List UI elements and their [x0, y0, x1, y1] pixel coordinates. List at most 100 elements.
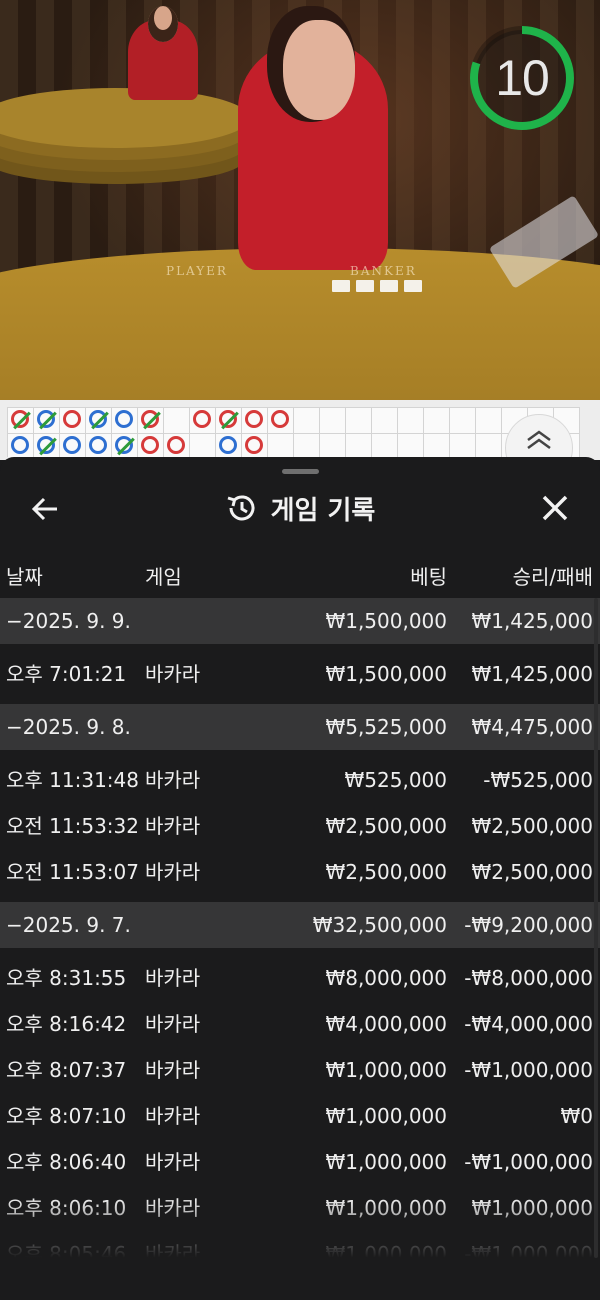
round-bet: ₩8,000,000: [325, 966, 447, 990]
history-row[interactable]: 오후 8:16:42 바카라 ₩4,000,000 -₩4,000,000: [0, 1001, 600, 1047]
history-row[interactable]: 오전 11:53:32 바카라 ₩2,500,000 ₩2,500,000: [0, 803, 600, 849]
live-video-feed: PLAYER BANKER 10: [0, 0, 600, 400]
round-time: 오후 7:01:21: [6, 662, 127, 686]
day-bet-total: ₩32,500,000: [312, 913, 447, 937]
column-header-bet: 베팅: [410, 565, 447, 589]
history-list[interactable]: −2025. 9. 9. ₩1,500,000 ₩1,425,000 오후 7:01:…: [0, 598, 600, 1268]
player-bead: [219, 436, 237, 454]
felt-player-label: PLAYER: [166, 264, 228, 278]
dealt-cards: [332, 280, 422, 292]
round-game: 바카라: [145, 1012, 201, 1036]
card: [332, 280, 350, 292]
banker-bead: [193, 410, 211, 428]
history-row[interactable]: 오후 8:31:55 바카라 ₩8,000,000 -₩8,000,000: [0, 955, 600, 1001]
round-game: 바카라: [145, 1058, 201, 1082]
card: [404, 280, 422, 292]
round-time: 오전 11:53:32: [6, 814, 139, 838]
panel-header: 게임 기록: [0, 487, 600, 529]
round-bet: ₩2,500,000: [325, 860, 447, 884]
history-row[interactable]: 오후 8:07:37 바카라 ₩1,000,000 -₩1,000,000: [0, 1047, 600, 1093]
player-bead: [115, 410, 133, 428]
day-summary-row[interactable]: −2025. 9. 8. ₩5,525,000 ₩4,475,000: [0, 704, 600, 750]
player-bead: [89, 436, 107, 454]
round-result: ₩1,425,000: [471, 662, 593, 686]
day-result-total: -₩9,200,000: [464, 913, 593, 937]
banker-bead: [245, 436, 263, 454]
round-time: 오후 8:31:55: [6, 966, 127, 990]
round-result: ₩2,500,000: [471, 814, 593, 838]
history-scrollbar[interactable]: [594, 598, 598, 1258]
round-bet: ₩1,500,000: [325, 662, 447, 686]
list-fade-overlay: [0, 1198, 600, 1268]
felt-banker-label: BANKER: [350, 264, 417, 278]
day-date: −2025. 9. 8.: [6, 715, 131, 739]
close-icon: [542, 495, 568, 521]
card: [380, 280, 398, 292]
round-bet: ₩1,000,000: [325, 1104, 447, 1128]
player-bead: [37, 436, 55, 454]
round-bet: ₩2,500,000: [325, 814, 447, 838]
round-time: 오후 8:06:40: [6, 1150, 127, 1174]
round-time: 오후 8:16:42: [6, 1012, 127, 1036]
round-game: 바카라: [145, 860, 201, 884]
arrow-left-icon: [31, 497, 57, 521]
panel-title: 게임 기록: [270, 495, 376, 526]
banker-bead: [141, 436, 159, 454]
day-date: −2025. 9. 9.: [6, 609, 131, 633]
round-time: 오후 8:07:10: [6, 1104, 127, 1128]
round-result: -₩1,000,000: [464, 1058, 593, 1082]
banker-bead: [63, 410, 81, 428]
round-time: 오후 8:07:37: [6, 1058, 127, 1082]
player-bead: [11, 436, 29, 454]
round-time: 오전 11:53:07: [6, 860, 139, 884]
game-history-panel: 게임 기록 날짜 게임 베팅 승리/패배 −2025. 9. 9. ₩1,500,…: [0, 457, 600, 1300]
day-summary-row[interactable]: −2025. 9. 9. ₩1,500,000 ₩1,425,000: [0, 598, 600, 644]
history-row[interactable]: 오후 8:06:40 바카라 ₩1,000,000 -₩1,000,000: [0, 1139, 600, 1185]
round-result: -₩4,000,000: [464, 1012, 593, 1036]
round-time: 오후 11:31:48: [6, 768, 139, 792]
round-game: 바카라: [145, 768, 201, 792]
history-row[interactable]: 오전 11:53:07 바카라 ₩2,500,000 ₩2,500,000: [0, 849, 600, 895]
round-game: 바카라: [145, 1104, 201, 1128]
day-date: −2025. 9. 7.: [6, 913, 131, 937]
round-result: -₩8,000,000: [464, 966, 593, 990]
player-bead: [115, 436, 133, 454]
chevron-up-icon: [527, 430, 551, 450]
round-result: ₩0: [560, 1104, 594, 1128]
history-row[interactable]: 오후 7:01:21 바카라 ₩1,500,000 ₩1,425,000: [0, 651, 600, 697]
round-bet: ₩1,000,000: [325, 1058, 447, 1082]
day-summary-row[interactable]: −2025. 9. 7. ₩32,500,000 -₩9,200,000: [0, 902, 600, 948]
day-result-total: ₩4,475,000: [471, 715, 593, 739]
history-row[interactable]: 오후 8:07:10 바카라 ₩1,000,000 ₩0: [0, 1093, 600, 1139]
banker-bead: [141, 410, 159, 428]
column-header-date: 날짜: [6, 565, 43, 589]
player-bead: [37, 410, 55, 428]
banker-bead: [11, 410, 29, 428]
column-header-result: 승리/패배: [512, 565, 593, 589]
back-button[interactable]: [30, 493, 62, 525]
dealer-head: [283, 20, 355, 120]
player-bead: [89, 410, 107, 428]
round-result: -₩1,000,000: [464, 1150, 593, 1174]
round-bet: ₩525,000: [344, 768, 447, 792]
background-dealer: [128, 6, 198, 100]
banker-bead: [167, 436, 185, 454]
drag-handle[interactable]: [282, 469, 319, 474]
card: [356, 280, 374, 292]
bead-road-grid: [7, 407, 580, 457]
day-bet-total: ₩1,500,000: [325, 609, 447, 633]
history-row[interactable]: 오후 11:31:48 바카라 ₩525,000 -₩525,000: [0, 757, 600, 803]
day-bet-total: ₩5,525,000: [325, 715, 447, 739]
round-game: 바카라: [145, 1150, 201, 1174]
countdown-timer: 10: [466, 22, 578, 134]
round-result: ₩2,500,000: [471, 860, 593, 884]
close-button[interactable]: [538, 491, 572, 525]
column-header-game: 게임: [145, 565, 182, 589]
countdown-value: 10: [495, 50, 550, 106]
round-bet: ₩4,000,000: [325, 1012, 447, 1036]
banker-bead: [219, 410, 237, 428]
background-table: [0, 88, 250, 148]
round-bet: ₩1,000,000: [325, 1150, 447, 1174]
round-result: -₩525,000: [483, 768, 593, 792]
table-header: 날짜 게임 베팅 승리/패배: [0, 557, 600, 597]
